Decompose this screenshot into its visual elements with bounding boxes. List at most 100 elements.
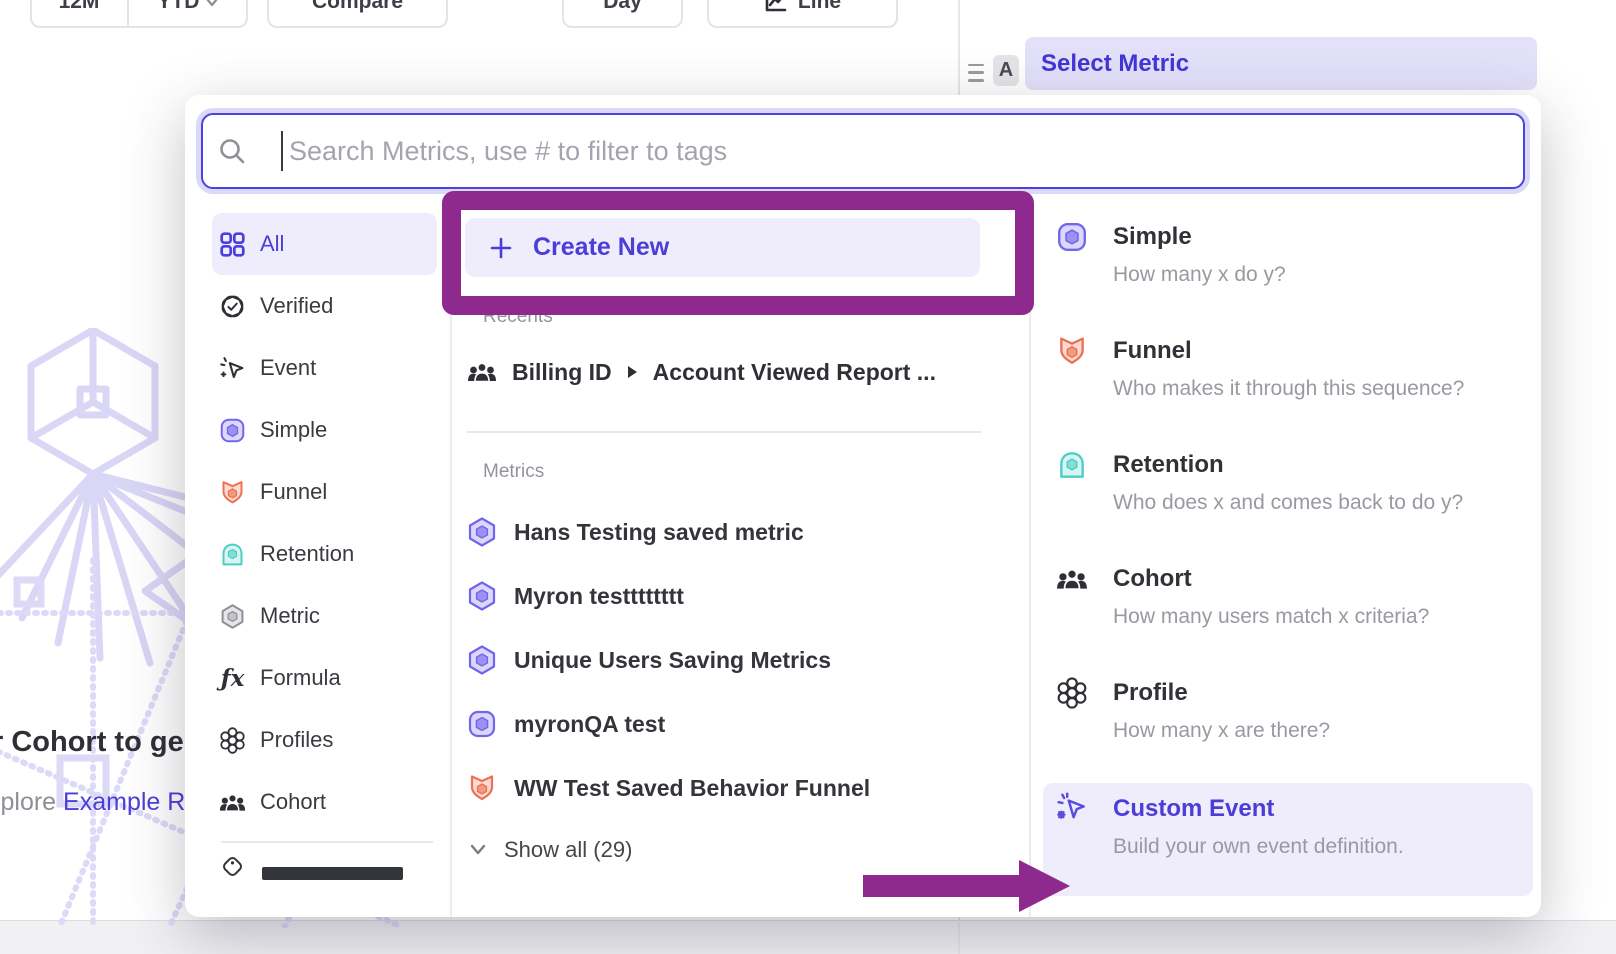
time-range-12m-label: 12M (59, 0, 100, 14)
category-metric[interactable]: Metric (212, 585, 437, 647)
metric-type-funnel[interactable]: Funnel Who makes it through this sequenc… (1043, 327, 1533, 441)
time-range-ytd-button[interactable]: YTD (139, 0, 237, 26)
profiles-icon (1056, 677, 1088, 709)
event-cursor-icon (219, 355, 246, 382)
compare-label: Compare (312, 0, 403, 14)
metric-type-description: How many x do y? (1113, 263, 1533, 287)
search-icon (218, 137, 248, 167)
funnel-icon (219, 479, 246, 506)
category-profiles[interactable]: Profiles (212, 709, 437, 771)
text-caret (281, 131, 283, 171)
metric-type-description: Who does x and comes back to do y? (1113, 491, 1533, 515)
metric-clause-row: A Select Metric (968, 37, 1537, 90)
metric-item-label: myronQA test (514, 711, 665, 738)
category-label: Simple (260, 417, 327, 443)
show-all-button[interactable]: Show all (29) (468, 837, 632, 863)
simple-metric-icon (1056, 221, 1088, 253)
create-new-button[interactable]: Create New (465, 218, 980, 277)
retention-icon (219, 541, 246, 568)
example-reports-link[interactable]: Example R (63, 788, 185, 816)
app-stage: 12M YTD Compare Day Line (0, 0, 1616, 954)
verified-badge-icon (219, 293, 246, 320)
category-label: Retention (260, 541, 354, 567)
category-retention[interactable]: Retention (212, 523, 437, 585)
metric-list-item[interactable]: myronQA test (467, 692, 987, 756)
cohort-icon (467, 357, 497, 387)
category-sidebar: All Verified Event (212, 213, 437, 880)
category-formula[interactable]: ƒx Formula (212, 647, 437, 709)
metric-type-name: Simple (1113, 223, 1533, 251)
select-metric-button[interactable]: Select Metric (1025, 37, 1537, 90)
recents-header: Recents (483, 306, 553, 328)
metric-type-name: Profile (1113, 679, 1533, 707)
column-divider (450, 210, 452, 917)
chevron-down-icon (468, 842, 488, 858)
category-cohort[interactable]: Cohort (212, 771, 437, 833)
formula-icon: ƒx (219, 665, 246, 692)
empty-state-subline-fragment: xplore (0, 788, 63, 816)
clause-letter-badge: A (993, 55, 1019, 86)
empty-state-headline-fragment: r Cohort to ge (0, 726, 184, 759)
clipped-category-item[interactable] (212, 853, 437, 880)
category-label: Verified (260, 293, 333, 319)
category-label: Cohort (260, 789, 326, 815)
segment-divider (127, 0, 129, 26)
recent-item-prefix: Billing ID (512, 359, 612, 386)
simple-metric-icon (467, 709, 497, 739)
tag-icon (219, 853, 246, 880)
select-metric-label: Select Metric (1041, 50, 1189, 78)
chart-type-line-button[interactable]: Line (707, 0, 898, 28)
category-label: Profiles (260, 727, 333, 753)
funnel-icon (467, 773, 497, 803)
metric-picker-modal: All Verified Event (185, 95, 1541, 917)
cohort-icon (1056, 563, 1088, 595)
grid-icon (219, 231, 246, 258)
search-input[interactable] (201, 113, 1525, 189)
metrics-list: Hans Testing saved metric Myron testtttt… (467, 500, 987, 820)
granularity-day-button[interactable]: Day (562, 0, 683, 28)
recent-item-suffix: Account Viewed Report ... (653, 359, 936, 386)
drag-handle-icon[interactable] (968, 64, 984, 82)
metric-list-item[interactable]: Hans Testing saved metric (467, 500, 987, 564)
metric-type-profile[interactable]: Profile How many x are there? (1043, 669, 1533, 783)
clipped-label (262, 867, 403, 880)
plus-icon (489, 236, 513, 260)
category-verified[interactable]: Verified (212, 275, 437, 337)
category-event[interactable]: Event (212, 337, 437, 399)
funnel-icon (1056, 335, 1088, 367)
metric-type-name: Retention (1113, 451, 1533, 479)
metric-item-label: Hans Testing saved metric (514, 519, 804, 546)
column-divider (1029, 210, 1031, 917)
metric-type-name: Custom Event (1113, 795, 1533, 823)
metric-type-description: How many x are there? (1113, 719, 1533, 743)
category-funnel[interactable]: Funnel (212, 461, 437, 523)
metric-type-simple[interactable]: Simple How many x do y? (1043, 213, 1533, 327)
metric-list-item[interactable]: Unique Users Saving Metrics (467, 628, 987, 692)
metric-type-custom-event[interactable]: Custom Event Build your own event defini… (1043, 783, 1533, 896)
metric-list-item[interactable]: Myron testttttttt (467, 564, 987, 628)
metric-type-description: How many users match x criteria? (1113, 605, 1533, 629)
metric-list-item[interactable]: WW Test Saved Behavior Funnel (467, 756, 987, 820)
sidebar-divider (221, 841, 433, 843)
cohort-icon (219, 789, 246, 816)
metric-type-cohort[interactable]: Cohort How many users match x criteria? (1043, 555, 1533, 669)
time-range-segmented-control[interactable]: 12M YTD (30, 0, 248, 28)
compare-button[interactable]: Compare (267, 0, 448, 28)
metric-hexagon-icon (467, 645, 497, 675)
empty-state-subline: xplore Example R (0, 788, 185, 817)
category-simple[interactable]: Simple (212, 399, 437, 461)
time-range-ytd-label: YTD (157, 0, 199, 14)
metric-item-label: WW Test Saved Behavior Funnel (514, 775, 870, 802)
recent-item[interactable]: Billing ID Account Viewed Report ... (467, 357, 936, 387)
time-range-12m-button[interactable]: 12M (41, 0, 118, 26)
category-label: Funnel (260, 479, 327, 505)
metric-hexagon-icon (467, 581, 497, 611)
category-all[interactable]: All (212, 213, 437, 275)
category-label: Formula (260, 665, 341, 691)
metric-hexagon-icon (467, 517, 497, 547)
category-label: Event (260, 355, 316, 381)
metric-type-name: Funnel (1113, 337, 1533, 365)
metric-type-retention[interactable]: Retention Who does x and comes back to d… (1043, 441, 1533, 555)
metric-type-list: Simple How many x do y? Funnel Who makes… (1043, 213, 1533, 896)
breadcrumb-arrow-icon (627, 365, 638, 379)
